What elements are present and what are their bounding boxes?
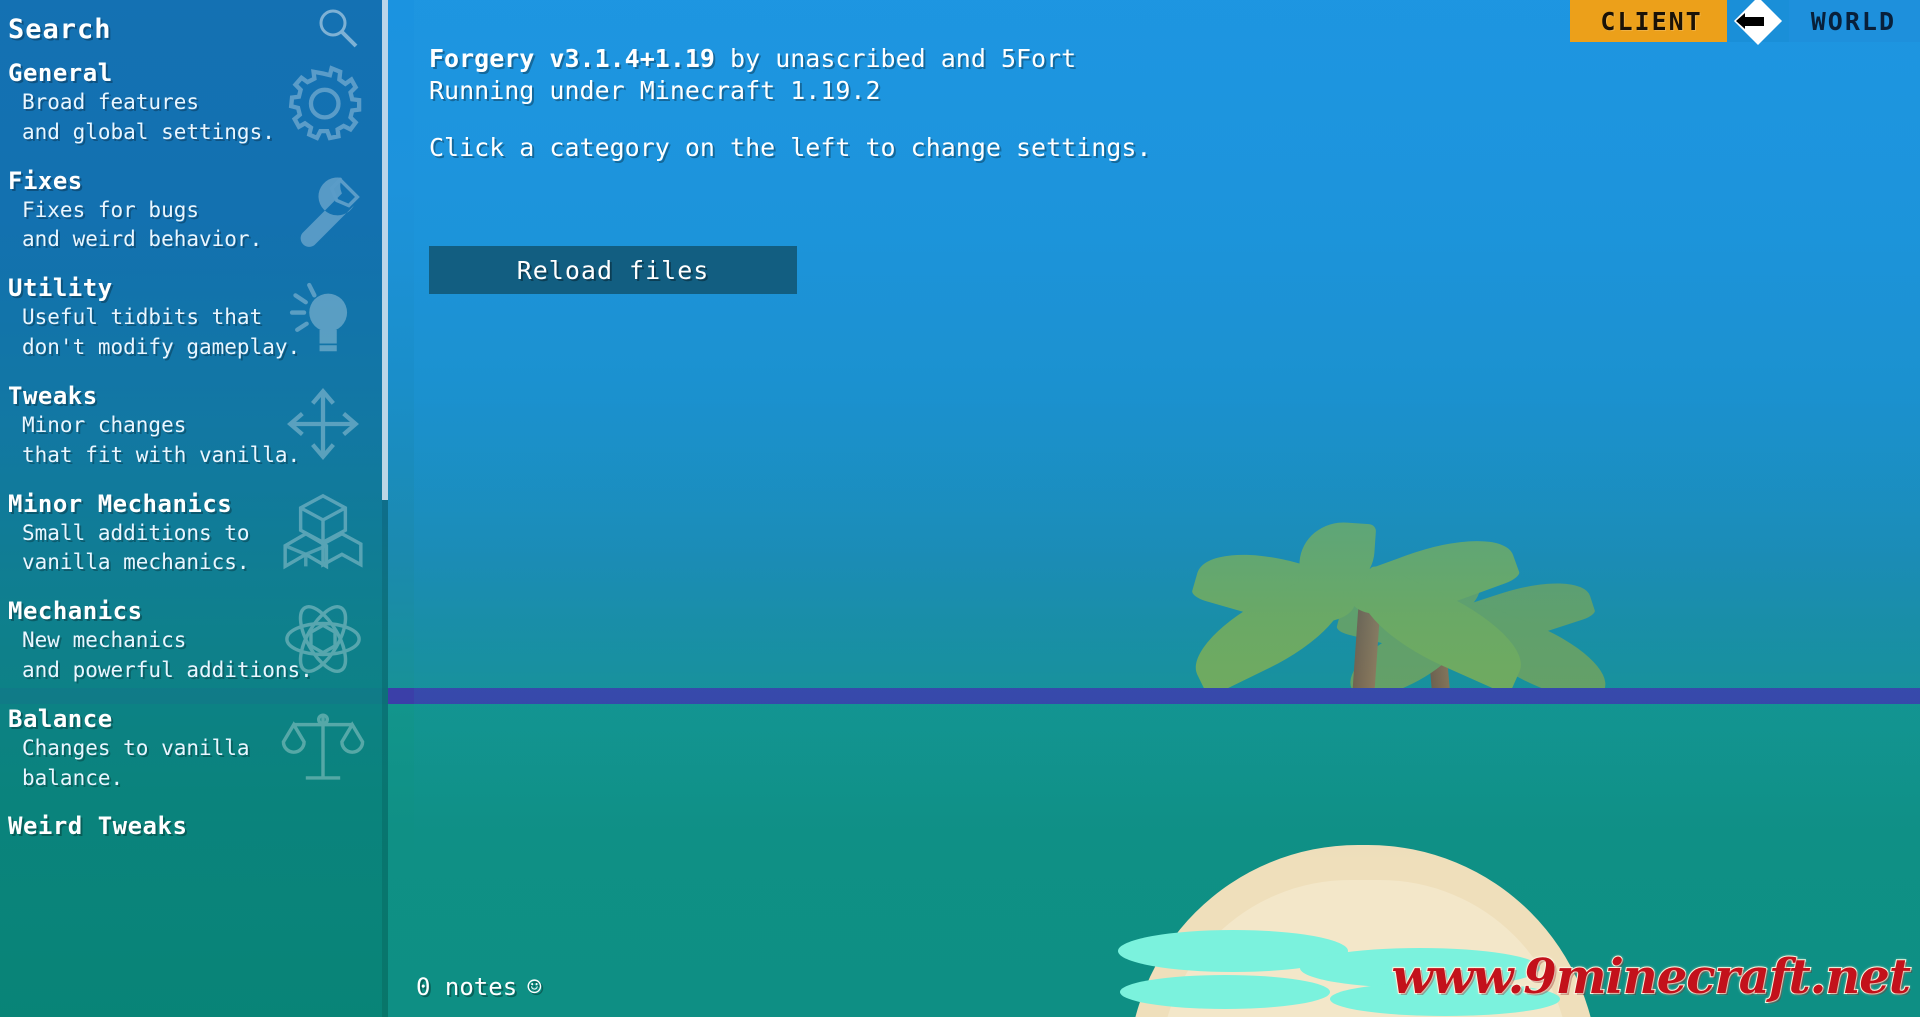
smiley-icon: ☺	[527, 973, 542, 1001]
client-world-toggle[interactable]: CLIENT WORLD	[1570, 0, 1920, 46]
sidebar-item-weird-tweaks[interactable]: Weird Tweaks	[0, 805, 388, 853]
sidebar-item-minor-mechanics[interactable]: Minor Mechanics Small additions to vanil…	[0, 483, 388, 591]
mod-version: Forgery v3.1.4+1.19	[429, 44, 715, 73]
version-line: Forgery v3.1.4+1.19 by unascribed and 5F…	[429, 44, 1076, 74]
magnifier-icon[interactable]	[316, 6, 360, 50]
sidebar-item-title: Balance	[8, 704, 113, 733]
site-watermark: www.9minecraft.net	[1391, 948, 1912, 1006]
toggle-client-option[interactable]: CLIENT	[1570, 0, 1727, 42]
sidebar-item-desc: Minor changes that fit with vanilla.	[22, 412, 301, 467]
toggle-knob[interactable]	[1726, 0, 1789, 46]
mod-authors: by unascribed and 5Fort	[714, 44, 1077, 73]
sidebar-scrollbar-thumb[interactable]	[382, 0, 388, 500]
minecraft-version-line: Running under Minecraft 1.19.2	[429, 76, 881, 105]
sidebar-scrollbar[interactable]	[382, 0, 388, 1017]
reload-files-button[interactable]: Reload files	[429, 246, 797, 294]
main-panel: Forgery v3.1.4+1.19 by unascribed and 5F…	[414, 0, 1920, 1017]
sidebar-item-title: Tweaks	[8, 381, 98, 410]
sidebar-item-utility[interactable]: Utility Useful tidbits that don't modify…	[0, 267, 388, 375]
sidebar-item-desc: Changes to vanilla balance.	[22, 735, 250, 790]
search-input[interactable]: Search	[0, 0, 388, 52]
sidebar-item-desc: Small additions to vanilla mechanics.	[22, 520, 250, 575]
notes-status[interactable]: 0 notes ☺	[416, 973, 542, 1001]
main-scrim	[414, 0, 1920, 860]
sidebar: Search General Broad features and global…	[0, 0, 388, 1017]
search-label: Search	[8, 14, 112, 45]
toggle-world-option[interactable]: WORLD	[1788, 0, 1920, 42]
sidebar-item-title: Weird Tweaks	[8, 812, 188, 841]
sidebar-item-general[interactable]: General Broad features and global settin…	[0, 52, 388, 160]
sidebar-item-balance[interactable]: Balance Changes to vanilla balance.	[0, 698, 388, 806]
sidebar-item-mechanics[interactable]: Mechanics New mechanics and powerful add…	[0, 590, 388, 698]
sidebar-item-desc: New mechanics and powerful additions.	[22, 628, 313, 682]
sidebar-item-desc: Useful tidbits that don't modify gamepla…	[22, 305, 301, 360]
hint-line: Click a category on the left to change s…	[429, 133, 1152, 162]
sidebar-item-title: Utility	[8, 274, 113, 303]
sidebar-item-title: General	[8, 59, 113, 87]
sidebar-item-fixes[interactable]: Fixes Fixes for bugs and weird behavior.	[0, 160, 388, 268]
app-root: Search General Broad features and global…	[0, 0, 1920, 1017]
sidebar-item-desc: Broad features and global settings.	[22, 90, 275, 144]
sidebar-item-title: Minor Mechanics	[8, 489, 233, 518]
sidebar-item-title: Fixes	[8, 166, 83, 195]
notes-count-label: 0 notes	[416, 973, 518, 1001]
sidebar-item-title: Mechanics	[8, 597, 143, 626]
sidebar-item-tweaks[interactable]: Tweaks Minor changes that fit with vanil…	[0, 375, 388, 483]
sidebar-item-desc: Fixes for bugs and weird behavior.	[22, 197, 263, 252]
